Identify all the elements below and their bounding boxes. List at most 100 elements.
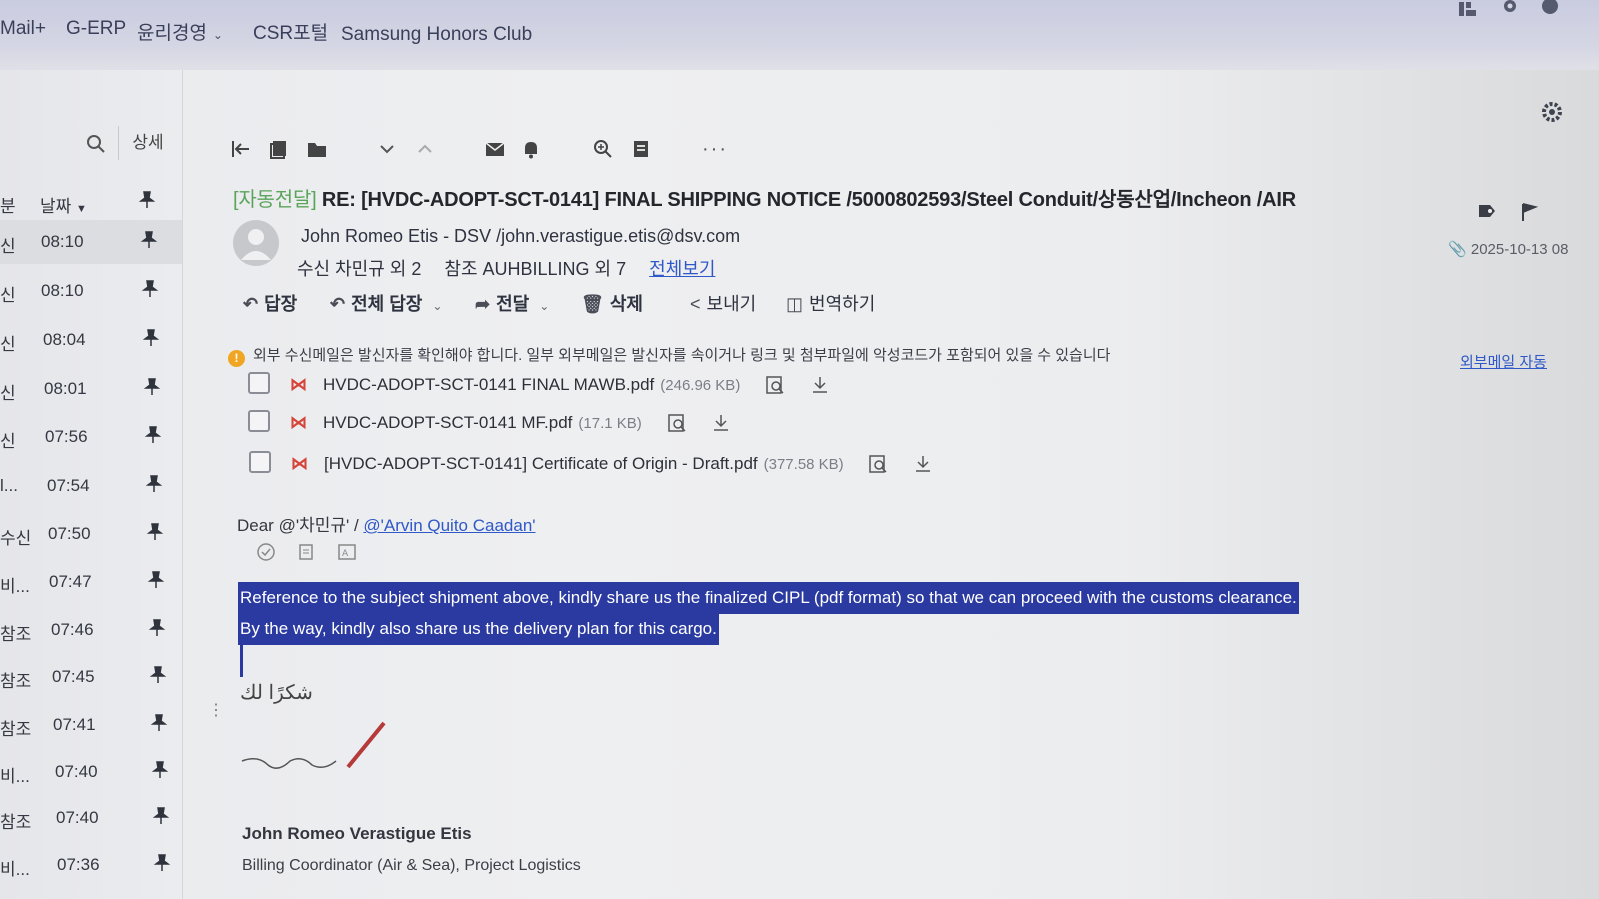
list-item[interactable]: 참조 07:41 [0, 703, 182, 747]
apps-icon[interactable] [1458, 0, 1478, 18]
warning-icon: ! [228, 350, 245, 367]
recipients-to[interactable]: 수신 차민규 외 2 [297, 259, 421, 279]
detail-search-button[interactable]: 상세 [118, 126, 177, 160]
pin-icon[interactable] [146, 523, 164, 541]
pin-icon[interactable] [149, 666, 167, 684]
mention-link[interactable]: @'Arvin Quito Caadan' [363, 516, 535, 535]
sort-by-date-dropdown[interactable]: 날짜 ▼ [40, 192, 87, 217]
list-item[interactable]: 참조 07:45 [0, 655, 182, 699]
pin-icon[interactable] [140, 231, 158, 249]
list-item[interactable]: 비... 07:36 [0, 843, 182, 887]
bell-icon[interactable] [520, 138, 542, 160]
list-item[interactable]: 신 07:56 [0, 415, 182, 459]
more-options-icon[interactable]: ··· [702, 138, 728, 161]
reply-all-button[interactable]: ↶ 전체 답장 ⌄ [330, 290, 442, 316]
zoom-in-icon[interactable] [592, 138, 614, 160]
translate-small-icon[interactable]: A [337, 542, 357, 562]
list-item[interactable]: 비... 07:40 [0, 750, 182, 794]
external-mail-auto-link[interactable]: 외부메일 자동 [1460, 351, 1547, 372]
download-icon[interactable] [711, 413, 731, 433]
pin-icon[interactable] [152, 807, 170, 825]
list-item[interactable]: l... 07:54 [0, 464, 182, 508]
user-profile-icon[interactable] [1540, 0, 1560, 18]
auto-forward-tag: [자동전달] [233, 189, 317, 211]
back-to-list-icon[interactable] [230, 138, 252, 160]
pin-icon[interactable] [141, 280, 159, 298]
list-item[interactable]: 신 08:10 [0, 220, 182, 264]
pdf-icon: ⋈ [290, 413, 307, 432]
pin-icon[interactable] [147, 571, 165, 589]
view-settings-gear-icon[interactable] [1540, 100, 1564, 124]
reply-button[interactable]: ↶ 답장 [243, 290, 297, 316]
greeting-prefix: Dear @'차민규' / [237, 516, 364, 535]
note-icon[interactable] [296, 542, 316, 562]
download-icon[interactable] [913, 454, 933, 474]
chevron-up-icon[interactable] [414, 138, 436, 160]
trash-icon: 🗑 [581, 294, 604, 314]
pin-icon[interactable] [138, 191, 156, 209]
nav-mail-plus[interactable]: Mail+ [0, 18, 46, 40]
nav-ethics-management[interactable]: 윤리경영 ⌄ [137, 18, 223, 45]
delete-button[interactable]: 🗑 삭제 [581, 290, 643, 316]
forward-button[interactable]: ➦ 전달 ⌄ [475, 290, 549, 316]
list-item-type: 참조 [0, 720, 32, 739]
list-item-time: 08:01 [44, 379, 87, 398]
recipients-cc[interactable]: 참조 AUHBILLING 외 7 [444, 259, 626, 279]
list-item[interactable]: 수신 07:50 [0, 512, 182, 556]
preview-icon[interactable] [868, 454, 888, 474]
list-item-type: 신 [0, 286, 16, 305]
list-item[interactable]: 비... 07:47 [0, 560, 182, 604]
attachment-name[interactable]: HVDC-ADOPT-SCT-0141 MF.pdf [323, 413, 572, 432]
chevron-down-icon[interactable]: ⌄ [539, 299, 549, 313]
flag-icon[interactable] [1520, 202, 1539, 227]
translate-button[interactable]: ◫ 번역하기 [786, 290, 875, 316]
attachment-checkbox[interactable] [249, 451, 271, 473]
print-icon[interactable] [630, 138, 652, 160]
search-icon[interactable] [86, 134, 106, 154]
check-circle-icon[interactable] [256, 542, 276, 562]
reply-all-label: 전체 답장 [351, 294, 423, 314]
message-subject: [자동전달] RE: [HVDC-ADOPT-SCT-0141] FINAL S… [233, 183, 1296, 212]
chevron-down-icon[interactable]: ⌄ [432, 299, 442, 313]
pin-icon[interactable] [142, 329, 160, 347]
send-button[interactable]: < 보내기 [690, 290, 756, 316]
mail-icon[interactable] [484, 138, 506, 160]
nav-g-erp[interactable]: G-ERP [66, 18, 126, 40]
panel-resize-handle[interactable]: ⋮ [208, 700, 224, 720]
preview-icon[interactable] [765, 375, 785, 395]
pin-icon[interactable] [153, 854, 171, 872]
sender-info[interactable]: John Romeo Etis - DSV /john.verastigue.e… [301, 226, 740, 247]
preview-icon[interactable] [667, 413, 687, 433]
attachment-checkbox[interactable] [248, 372, 270, 394]
list-item-type: 수신 [0, 529, 32, 548]
column-label: 분 [0, 197, 16, 216]
list-item[interactable]: 참조 07:40 [0, 796, 182, 840]
list-item[interactable]: 신 08:01 [0, 367, 182, 411]
pin-icon[interactable] [148, 619, 166, 637]
nav-samsung-honors-club[interactable]: Samsung Honors Club [341, 24, 532, 46]
settings-gear-icon[interactable] [1500, 0, 1520, 18]
warning-text: 외부 수신메일은 발신자를 확인해야 합니다. 일부 외부메일은 발신자를 속이… [253, 347, 1111, 364]
handwritten-signature [241, 721, 386, 769]
pin-icon[interactable] [151, 761, 169, 779]
move-folder-icon[interactable] [306, 138, 328, 160]
attachment-name[interactable]: [HVDC-ADOPT-SCT-0141] Certificate of Ori… [324, 454, 758, 473]
pin-icon[interactable] [145, 475, 163, 493]
nav-csr-portal[interactable]: CSR포털 [253, 18, 328, 45]
copy-icon[interactable] [268, 138, 290, 160]
pin-icon[interactable] [144, 426, 162, 444]
pin-icon[interactable] [143, 378, 161, 396]
attachment-name[interactable]: HVDC-ADOPT-SCT-0141 FINAL MAWB.pdf [323, 375, 654, 394]
pin-icon[interactable] [150, 714, 168, 732]
download-icon[interactable] [810, 375, 830, 395]
list-item[interactable]: 신 08:10 [0, 269, 182, 313]
list-item[interactable]: 신 08:04 [0, 318, 182, 362]
attachment-checkbox[interactable] [248, 410, 270, 432]
tag-icon[interactable] [1477, 202, 1497, 225]
view-all-recipients-link[interactable]: 전체보기 [649, 259, 715, 279]
greeting-line: Dear @'차민규' / @'Arvin Quito Caadan' [237, 511, 536, 536]
list-item-type: l... [0, 476, 18, 495]
chevron-down-icon[interactable] [376, 138, 398, 160]
forward-label: 전달 [496, 294, 530, 314]
list-item[interactable]: 참조 07:46 [0, 608, 182, 652]
